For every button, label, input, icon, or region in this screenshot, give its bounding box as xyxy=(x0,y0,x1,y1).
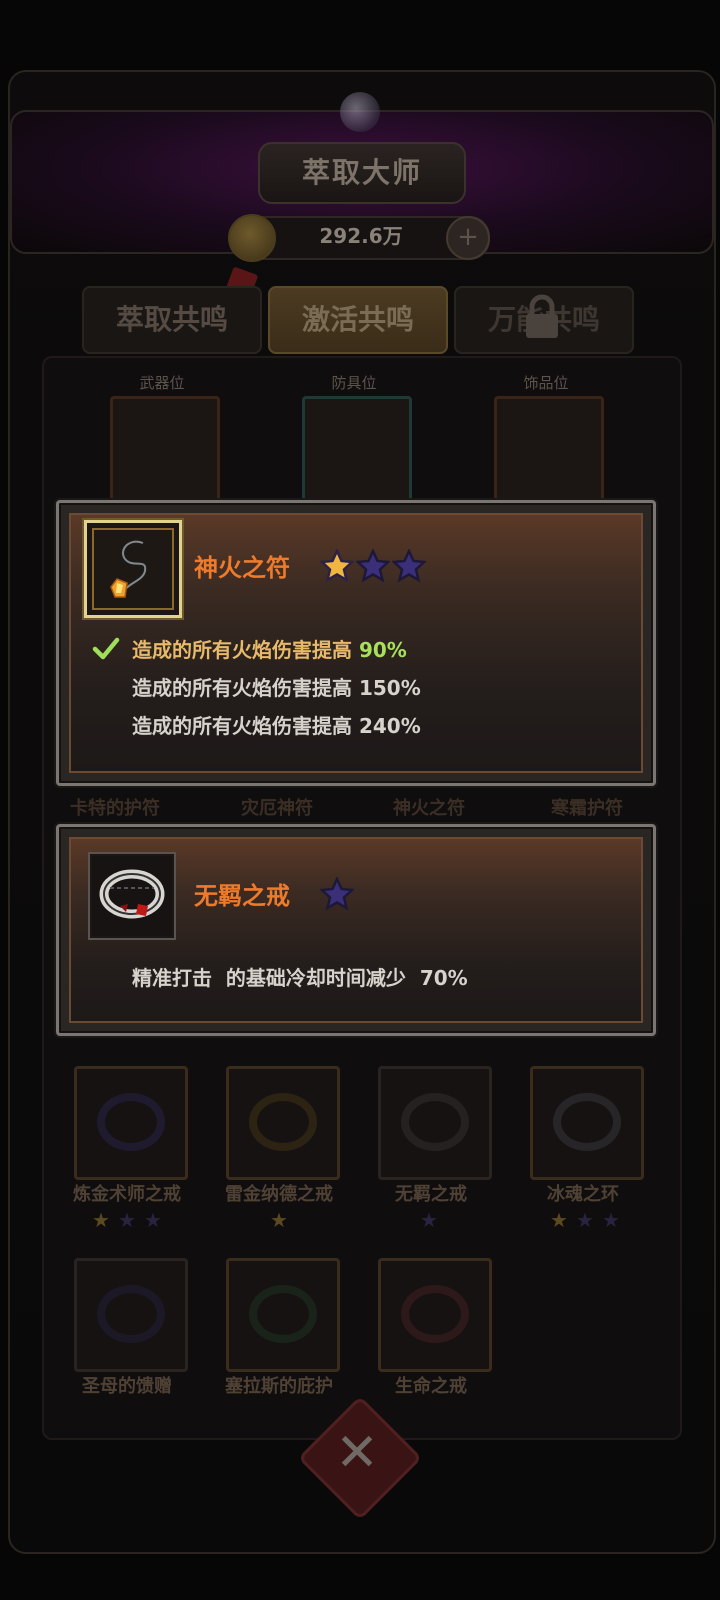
star-filled-icon xyxy=(320,549,354,583)
ring-icon xyxy=(97,1093,165,1151)
ring-icon xyxy=(249,1093,317,1151)
star-empty-icon xyxy=(320,877,354,911)
item-name-carter-amulet: 卡特的护符 xyxy=(70,798,160,819)
ring-icon xyxy=(553,1093,621,1151)
ring-slot-frost-soul[interactable] xyxy=(530,1066,644,1180)
effect-text: 造成的所有火焰伤害提高 xyxy=(132,714,359,738)
item-name-calamity-charm: 灾厄神符 xyxy=(241,798,313,819)
ring-icon xyxy=(249,1285,317,1343)
ring-name: 无羁之戒 xyxy=(395,1184,467,1205)
star-empty-icon xyxy=(356,549,390,583)
ring-name: 炼金术师之戒 xyxy=(73,1184,181,1205)
accessory-slot[interactable] xyxy=(494,396,604,502)
divine-fire-charm-icon xyxy=(84,520,182,618)
star-icon: ★ xyxy=(420,1208,438,1232)
crystal-orb-icon xyxy=(340,92,380,132)
tooltip-item-name: 无羁之戒 xyxy=(194,882,290,910)
page-title: 萃取大师 xyxy=(258,142,466,204)
effect-text: 造成的所有火焰伤害提高 xyxy=(132,676,359,700)
slot-label-weapon: 武器位 xyxy=(139,374,185,392)
effect-value: 150% xyxy=(358,676,421,700)
tab-activate-resonance[interactable]: 激活共鸣 xyxy=(268,286,448,354)
ring-icon xyxy=(97,1285,165,1343)
weapon-slot[interactable] xyxy=(110,396,220,502)
star-icon: ★ xyxy=(576,1208,594,1232)
coin-icon xyxy=(228,214,276,262)
effect-line: 精准打击 的基础冷却时间减少 70% xyxy=(132,966,468,990)
ring-slot-reginald[interactable] xyxy=(226,1066,340,1180)
effect-value: 240% xyxy=(358,714,421,738)
ring-slot-unbound[interactable] xyxy=(378,1066,492,1180)
ring-name: 塞拉斯的庇护 xyxy=(225,1376,333,1397)
tab-extract-resonance[interactable]: 萃取共鸣 xyxy=(82,286,262,354)
star-empty-icon xyxy=(392,549,426,583)
ring-name: 雷金纳德之戒 xyxy=(225,1184,333,1205)
item-name-frost-amulet: 寒霜护符 xyxy=(551,798,623,819)
star-icon: ★ xyxy=(118,1208,136,1232)
star-icon: ★ xyxy=(602,1208,620,1232)
effect-text: 造成的所有火焰伤害提高 xyxy=(132,638,359,662)
ring-icon xyxy=(401,1093,469,1151)
star-icon: ★ xyxy=(144,1208,162,1232)
star-icon: ★ xyxy=(550,1208,568,1232)
lock-icon xyxy=(526,294,558,338)
ring-slot-alchemist[interactable] xyxy=(74,1066,188,1180)
armor-slot[interactable] xyxy=(302,396,412,502)
effect-line-active: 造成的所有火焰伤害提高 90% xyxy=(132,634,407,663)
ring-slot-silas-protection[interactable] xyxy=(226,1258,340,1372)
ring-name: 冰魂之环 xyxy=(547,1184,619,1205)
check-icon xyxy=(92,637,120,660)
item-name-divine-fire-charm: 神火之符 xyxy=(393,798,465,819)
unbound-ring-icon xyxy=(88,852,176,940)
add-currency-button[interactable]: + xyxy=(446,216,490,260)
effect-line: 造成的所有火焰伤害提高 240% xyxy=(132,710,421,739)
background-screen: 萃取大师 292.6万 + 萃取共鸣 激活共鸣 万能共鸣 武器位 防具位 饰品位… xyxy=(0,0,720,1600)
effect-value: 90% xyxy=(358,638,407,662)
ring-name: 圣母的馈赠 xyxy=(82,1376,172,1397)
ring-icon xyxy=(401,1285,469,1343)
star-icon: ★ xyxy=(270,1208,288,1232)
tooltip-item-name: 神火之符 xyxy=(194,554,290,582)
effect-line: 造成的所有火焰伤害提高 150% xyxy=(132,672,421,701)
ring-name: 生命之戒 xyxy=(395,1376,467,1397)
ring-slot-life[interactable] xyxy=(378,1258,492,1372)
slot-label-accessory: 饰品位 xyxy=(523,374,569,392)
close-icon: ✕ xyxy=(335,1423,379,1483)
star-icon: ★ xyxy=(92,1208,110,1232)
slot-label-armor: 防具位 xyxy=(331,374,377,392)
ring-slot-virgin-gift[interactable] xyxy=(74,1258,188,1372)
